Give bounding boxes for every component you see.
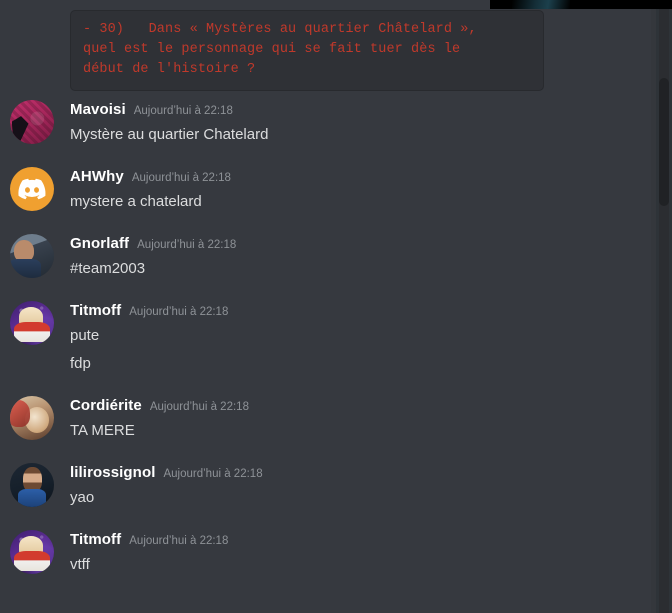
message-headline: AHWhy Aujourd’hui à 22:18 bbox=[70, 167, 652, 188]
message-timestamp: Aujourd’hui à 22:18 bbox=[131, 172, 231, 184]
message-list: Mavoisi Aujourd’hui à 22:18 Mystère au q… bbox=[0, 100, 672, 597]
message-body: Cordiérite Aujourd’hui à 22:18 TA MERE bbox=[70, 396, 652, 441]
message-row: Titmoff Aujourd’hui à 22:18 pute fdp bbox=[0, 301, 672, 374]
scrollbar-thumb[interactable] bbox=[659, 78, 669, 206]
message-content: mystere a chatelard bbox=[70, 191, 652, 212]
avatar-lilirossignol[interactable] bbox=[10, 463, 54, 507]
message-username[interactable]: Gnorlaff bbox=[70, 234, 129, 254]
message-timestamp: Aujourd’hui à 22:18 bbox=[129, 535, 229, 547]
message-content: yao bbox=[70, 487, 652, 508]
overlay-artifact bbox=[512, 0, 570, 9]
message-content: #team2003 bbox=[70, 258, 652, 279]
message-username[interactable]: Titmoff bbox=[70, 301, 121, 321]
message-username[interactable]: lilirossignol bbox=[70, 463, 155, 483]
message-headline: Titmoff Aujourd’hui à 22:18 bbox=[70, 301, 652, 322]
discord-chat-window: - 30) Dans « Mystères au quartier Châtel… bbox=[0, 0, 672, 613]
message-content: Mystère au quartier Chatelard bbox=[70, 124, 652, 145]
message-row: Titmoff Aujourd’hui à 22:18 vtff bbox=[0, 530, 672, 575]
message-text-line: yao bbox=[70, 489, 95, 506]
message-scroll-area[interactable]: - 30) Dans « Mystères au quartier Châtel… bbox=[0, 0, 672, 613]
message-headline: Cordiérite Aujourd’hui à 22:18 bbox=[70, 396, 652, 417]
message-row: Cordiérite Aujourd’hui à 22:18 TA MERE bbox=[0, 396, 672, 441]
message-row: Gnorlaff Aujourd’hui à 22:18 #team2003 bbox=[0, 234, 672, 279]
message-scrollbar[interactable] bbox=[656, 0, 672, 613]
message-timestamp: Aujourd’hui à 22:18 bbox=[163, 468, 263, 480]
message-body: Titmoff Aujourd’hui à 22:18 pute fdp bbox=[70, 301, 652, 374]
message-headline: Mavoisi Aujourd’hui à 22:18 bbox=[70, 100, 652, 121]
avatar-ahwhy-discord-default[interactable] bbox=[10, 167, 54, 211]
quiz-line: - 30) Dans « Mystères au quartier Châtel… bbox=[83, 22, 477, 37]
message-body: Mavoisi Aujourd’hui à 22:18 Mystère au q… bbox=[70, 100, 652, 145]
message-body: lilirossignol Aujourd’hui à 22:18 yao bbox=[70, 463, 652, 508]
message-username[interactable]: AHWhy bbox=[70, 167, 124, 187]
message-text-line: fdp bbox=[70, 355, 91, 372]
avatar-gnorlaff[interactable] bbox=[10, 234, 54, 278]
message-text-line: TA MERE bbox=[70, 422, 135, 439]
message-timestamp: Aujourd’hui à 22:18 bbox=[137, 239, 237, 251]
discord-logo-icon bbox=[18, 178, 46, 200]
message-username[interactable]: Mavoisi bbox=[70, 100, 126, 120]
message-timestamp: Aujourd’hui à 22:18 bbox=[133, 105, 233, 117]
quiz-question-code-block: - 30) Dans « Mystères au quartier Châtel… bbox=[70, 10, 544, 91]
avatar-cordierite[interactable] bbox=[10, 396, 54, 440]
message-text-line: #team2003 bbox=[70, 260, 146, 277]
message-row: Mavoisi Aujourd’hui à 22:18 Mystère au q… bbox=[0, 100, 672, 145]
message-headline: Titmoff Aujourd’hui à 22:18 bbox=[70, 530, 652, 551]
quiz-line: quel est le personnage qui se fait tuer … bbox=[83, 42, 461, 57]
message-username[interactable]: Titmoff bbox=[70, 530, 121, 550]
quiz-line: début de l'histoire ? bbox=[83, 62, 256, 77]
message-content: vtff bbox=[70, 554, 652, 575]
message-timestamp: Aujourd’hui à 22:18 bbox=[149, 401, 249, 413]
message-content: pute fdp bbox=[70, 325, 652, 374]
message-text-line: mystere a chatelard bbox=[70, 193, 202, 210]
message-body: Gnorlaff Aujourd’hui à 22:18 #team2003 bbox=[70, 234, 652, 279]
message-row: lilirossignol Aujourd’hui à 22:18 yao bbox=[0, 463, 672, 508]
message-body: Titmoff Aujourd’hui à 22:18 vtff bbox=[70, 530, 652, 575]
message-body: AHWhy Aujourd’hui à 22:18 mystere a chat… bbox=[70, 167, 652, 212]
top-overlay-strip bbox=[490, 0, 672, 9]
message-text-line: Mystère au quartier Chatelard bbox=[70, 126, 269, 143]
message-row: AHWhy Aujourd’hui à 22:18 mystere a chat… bbox=[0, 167, 672, 212]
message-content: TA MERE bbox=[70, 420, 652, 441]
message-text-line: pute bbox=[70, 327, 100, 344]
avatar-mavoisi[interactable] bbox=[10, 100, 54, 144]
avatar-titmoff[interactable] bbox=[10, 301, 54, 345]
avatar-titmoff[interactable] bbox=[10, 530, 54, 574]
message-text-line: vtff bbox=[70, 556, 90, 573]
message-username[interactable]: Cordiérite bbox=[70, 396, 142, 416]
message-headline: lilirossignol Aujourd’hui à 22:18 bbox=[70, 463, 652, 484]
message-headline: Gnorlaff Aujourd’hui à 22:18 bbox=[70, 234, 652, 255]
message-timestamp: Aujourd’hui à 22:18 bbox=[129, 306, 229, 318]
